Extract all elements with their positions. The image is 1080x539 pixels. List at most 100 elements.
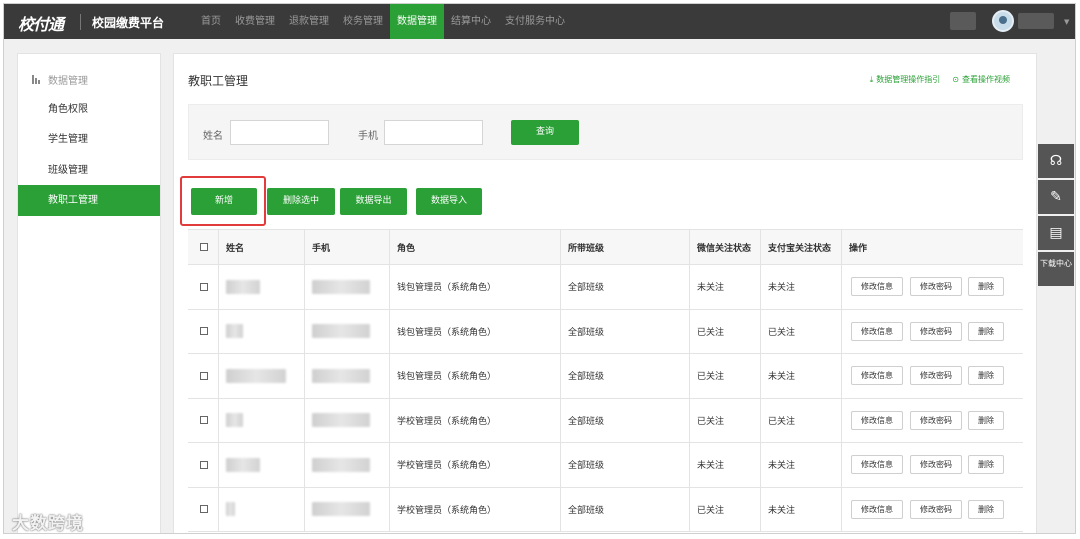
alipay-status-cell: 未关注: [768, 461, 796, 472]
delete-row-button[interactable]: 删除: [968, 499, 1004, 519]
row-checkbox[interactable]: [200, 265, 208, 309]
classes-cell: 全部班级: [568, 461, 605, 472]
operation-guide-link[interactable]: ⤓ 数据管理操作指引: [870, 74, 941, 85]
query-button[interactable]: 查询: [511, 120, 579, 145]
logo-divider: [80, 14, 81, 30]
role-cell: 学校管理员（系统角色）: [397, 416, 497, 427]
role-cell: 学校管理员（系统角色）: [397, 461, 497, 472]
change-password-button[interactable]: 修改密码: [910, 277, 962, 296]
nav-fee-management[interactable]: 收费管理: [228, 4, 282, 39]
change-password-button[interactable]: 修改密码: [910, 499, 962, 519]
sidebar-heading-label: 数据管理: [48, 76, 88, 87]
chevron-down-icon[interactable]: ▼: [1064, 18, 1069, 26]
delete-row-button[interactable]: 删除: [968, 410, 1004, 430]
name-label: 姓名: [203, 131, 223, 142]
name-redacted: [226, 265, 260, 309]
select-all-checkbox[interactable]: [200, 230, 208, 264]
sidebar-item-role-permissions[interactable]: 角色权限: [18, 94, 160, 125]
sidebar-item-student-management[interactable]: 学生管理: [18, 124, 160, 155]
watermark-logo: 大数跨境: [12, 514, 84, 534]
nav-school-affairs[interactable]: 校务管理: [336, 4, 390, 39]
phone-redacted: [312, 488, 370, 532]
role-cell: 钱包管理员（系统角色）: [397, 327, 497, 338]
nav-payment-service-center[interactable]: 支付服务中心: [498, 4, 572, 39]
header-wechat-status: 微信关注状态: [697, 243, 752, 254]
phone-redacted: [312, 399, 370, 443]
export-button[interactable]: 数据导出: [340, 188, 407, 215]
delete-row-button[interactable]: 删除: [968, 321, 1004, 341]
nav-refund-management[interactable]: 退款管理: [282, 4, 336, 39]
watch-video-link[interactable]: ⊙ 查看操作视频: [952, 74, 1010, 85]
download-center-button[interactable]: 下载中心: [1038, 252, 1074, 286]
edit-info-button[interactable]: 修改信息: [851, 455, 903, 474]
name-redacted: [226, 488, 235, 532]
delete-row-button[interactable]: 删除: [968, 455, 1004, 474]
delete-row-button[interactable]: 删除: [968, 366, 1004, 385]
header-name: 姓名: [226, 243, 245, 254]
change-password-button[interactable]: 修改密码: [910, 321, 962, 341]
table-body: 钱包管理员（系统角色） 全部班级 未关注 未关注 修改信息 修改密码 删除 钱包管理员（系统角…: [188, 265, 1023, 532]
table-row: 学校管理员（系统角色） 全部班级 未关注 未关注 修改信息 修改密码 删除: [188, 443, 1023, 488]
user-name-redacted[interactable]: [1018, 13, 1054, 29]
row-checkbox[interactable]: [200, 354, 208, 398]
edit-info-button[interactable]: 修改信息: [851, 321, 903, 341]
row-checkbox[interactable]: [200, 488, 208, 532]
document-icon[interactable]: ▤: [1038, 216, 1074, 250]
alipay-status-cell: 已关注: [768, 416, 796, 427]
row-checkbox[interactable]: [200, 310, 208, 354]
search-panel: 姓名 手机 查询: [188, 104, 1023, 160]
phone-input[interactable]: [384, 120, 483, 145]
role-cell: 钱包管理员（系统角色）: [397, 283, 497, 294]
name-redacted: [226, 399, 243, 443]
sidebar: 数据管理 角色权限 学生管理 班级管理 教职工管理: [17, 53, 161, 533]
name-input[interactable]: [230, 120, 329, 145]
top-nav-bar: 校付通 校园缴费平台 首页 收费管理 退款管理 校务管理 数据管理 结算中心 支…: [4, 4, 1075, 39]
download-icon: ⤓: [869, 74, 874, 84]
support-headset-icon[interactable]: ☊: [1038, 144, 1074, 178]
change-password-button[interactable]: 修改密码: [910, 366, 962, 385]
change-password-button[interactable]: 修改密码: [910, 455, 962, 474]
main-panel: 教职工管理 ⤓ 数据管理操作指引 ⊙ 查看操作视频 姓名 手机 查询 新增 删除…: [173, 53, 1037, 533]
header-alipay-status: 支付宝关注状态: [768, 243, 832, 254]
change-password-button[interactable]: 修改密码: [910, 410, 962, 430]
nav-data-management[interactable]: 数据管理: [390, 4, 444, 39]
phone-redacted: [312, 443, 370, 487]
sidebar-item-class-management[interactable]: 班级管理: [18, 155, 160, 186]
row-checkbox[interactable]: [200, 399, 208, 443]
platform-name: 校园缴费平台: [92, 16, 165, 30]
classes-cell: 全部班级: [568, 416, 605, 427]
floating-toolbar: ☊ ✎ ▤ 下载中心: [1038, 144, 1074, 286]
sidebar-item-staff-management[interactable]: 教职工管理: [18, 185, 160, 216]
wechat-status-cell: 未关注: [697, 461, 725, 472]
row-checkbox[interactable]: [200, 443, 208, 487]
edit-info-button[interactable]: 修改信息: [851, 410, 903, 430]
avatar[interactable]: [992, 10, 1014, 32]
edit-info-button[interactable]: 修改信息: [851, 277, 903, 296]
table-row: 学校管理员（系统角色） 全部班级 已关注 未关注 修改信息 修改密码 删除: [188, 487, 1023, 532]
wechat-status-cell: 已关注: [697, 416, 725, 427]
edit-info-button[interactable]: 修改信息: [851, 499, 903, 519]
wechat-status-cell: 已关注: [697, 372, 725, 383]
play-icon: ⊙: [952, 75, 959, 84]
nav-settlement-center[interactable]: 结算中心: [444, 4, 498, 39]
header-operations: 操作: [849, 243, 868, 254]
phone-redacted: [312, 265, 370, 309]
delete-selected-button[interactable]: 删除选中: [267, 188, 335, 215]
edit-pen-icon[interactable]: ✎: [1038, 180, 1074, 214]
edit-info-button[interactable]: 修改信息: [851, 366, 903, 385]
role-cell: 钱包管理员（系统角色）: [397, 372, 497, 383]
help-links: ⤓ 数据管理操作指引 ⊙ 查看操作视频: [870, 74, 1010, 85]
operation-guide-label: 数据管理操作指引: [876, 75, 941, 84]
nav-home[interactable]: 首页: [194, 4, 228, 39]
alipay-status-cell: 未关注: [768, 283, 796, 294]
app-frame: 校付通 校园缴费平台 首页 收费管理 退款管理 校务管理 数据管理 结算中心 支…: [3, 3, 1076, 534]
import-button[interactable]: 数据导入: [416, 188, 482, 215]
sidebar-heading: 数据管理: [32, 72, 88, 87]
wechat-status-cell: 已关注: [697, 327, 725, 338]
app-logo[interactable]: 校付通: [18, 11, 64, 35]
table-row: 钱包管理员（系统角色） 全部班级 未关注 未关注 修改信息 修改密码 删除: [188, 265, 1023, 310]
classes-cell: 全部班级: [568, 505, 605, 516]
add-button[interactable]: 新增: [191, 188, 257, 215]
table-row: 学校管理员（系统角色） 全部班级 已关注 已关注 修改信息 修改密码 删除: [188, 398, 1023, 443]
delete-row-button[interactable]: 删除: [968, 277, 1004, 296]
